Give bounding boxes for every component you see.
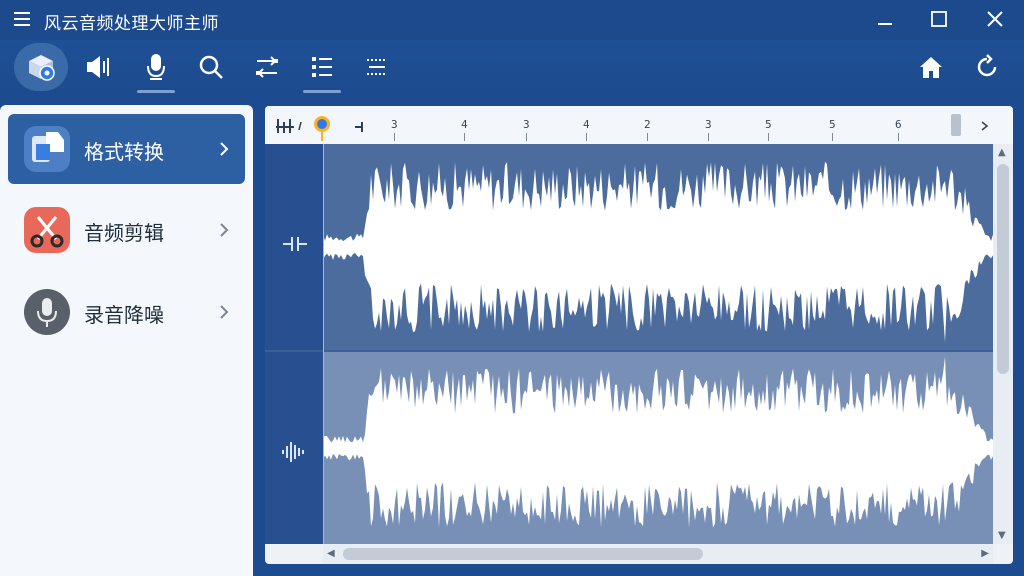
- ruler-tick: [832, 133, 833, 141]
- ruler-tick: [464, 133, 465, 141]
- sidebar-item-label: 格式转换: [84, 140, 164, 164]
- waveform-channel-2: [323, 356, 993, 528]
- search-icon[interactable]: [192, 44, 230, 90]
- ruler-end-handle[interactable]: [951, 114, 961, 136]
- playhead-marker-icon[interactable]: [313, 115, 331, 141]
- format-convert-icon[interactable]: [22, 44, 60, 90]
- ruler-tick-label: 3: [705, 118, 712, 131]
- ruler-tick-label: 3: [391, 118, 398, 131]
- list-icon[interactable]: [303, 44, 341, 90]
- title-bar: 风云音频处理大师主师: [0, 0, 1024, 40]
- waveform-shape: [323, 356, 993, 528]
- sidebar-item-format-convert[interactable]: 格式转换: [8, 114, 245, 184]
- ruler-tick-label: 5: [829, 118, 836, 131]
- waveform-shape: [323, 161, 993, 343]
- sidebar-item-record-denoise[interactable]: 录音降噪: [8, 277, 245, 347]
- track-divider: [265, 350, 993, 352]
- microphone-icon[interactable]: [137, 44, 175, 90]
- minimize-button[interactable]: [872, 8, 898, 32]
- close-button[interactable]: [982, 8, 1008, 32]
- ruler-tick-label: 5: [765, 118, 772, 131]
- chevron-right-icon: [218, 220, 230, 240]
- vertical-scrollbar[interactable]: ▲ ▼: [993, 144, 1013, 544]
- ruler-tick: [526, 133, 527, 141]
- scissors-icon: [24, 207, 70, 253]
- sidebar: 格式转换 音频剪辑 录音降噪: [0, 105, 253, 576]
- chevron-right-icon: [218, 302, 230, 322]
- app-title: 风云音频处理大师主师: [44, 14, 219, 34]
- toolbar-underline: [137, 90, 175, 93]
- ruler-tick-label: 4: [461, 118, 468, 131]
- ruler-tick: [708, 133, 709, 141]
- sidebar-item-label: 录音降噪: [84, 303, 164, 327]
- sidebar-item-audio-edit[interactable]: 音频剪辑: [8, 195, 245, 265]
- waveform-editor: 3 4 3 4 2 3 5 5 6 ▲ ▼ ◀ ▶: [265, 106, 1013, 564]
- microphone-icon: [24, 289, 70, 335]
- chevron-right-icon[interactable]: [979, 118, 991, 132]
- transfer-arrows-icon[interactable]: [248, 44, 286, 90]
- ruler-tick: [586, 133, 587, 141]
- channel-split-icon[interactable]: [279, 232, 309, 256]
- horizontal-scrollbar[interactable]: ◀ ▶: [323, 544, 993, 564]
- marker-start-icon[interactable]: [355, 118, 365, 132]
- vertical-scroll-thumb[interactable]: [997, 164, 1009, 374]
- waveform-channel-1: [323, 161, 993, 343]
- document-convert-icon: [24, 126, 70, 172]
- ruler-tick: [768, 133, 769, 141]
- audio-track-2[interactable]: [323, 352, 993, 544]
- dotted-grid-icon[interactable]: [358, 44, 396, 90]
- ruler-tick: [647, 133, 648, 141]
- toolbar: [0, 40, 1024, 94]
- ruler-tick-label: 6: [895, 118, 902, 131]
- maximize-button[interactable]: [926, 8, 952, 32]
- ruler-tick: [898, 133, 899, 141]
- horizontal-scroll-thumb[interactable]: [343, 548, 703, 560]
- home-icon[interactable]: [912, 44, 950, 90]
- speaker-icon[interactable]: [79, 44, 117, 90]
- toolbar-underline: [303, 90, 341, 93]
- menu-icon[interactable]: [12, 8, 34, 30]
- audio-track-1[interactable]: [323, 144, 993, 350]
- sidebar-item-label: 音频剪辑: [84, 221, 164, 245]
- ruler-tick-label: 2: [644, 118, 651, 131]
- chevron-right-icon: [218, 139, 230, 159]
- ruler-tick: [394, 133, 395, 141]
- playhead-line: [323, 144, 324, 544]
- ruler-tick-label: 3: [523, 118, 530, 131]
- refresh-icon[interactable]: [968, 44, 1006, 90]
- ruler-tick-label: 4: [583, 118, 590, 131]
- waveform-icon[interactable]: [279, 440, 309, 464]
- track-gutter: [265, 144, 323, 544]
- timeline-ruler[interactable]: 3 4 3 4 2 3 5 5 6: [265, 106, 1013, 145]
